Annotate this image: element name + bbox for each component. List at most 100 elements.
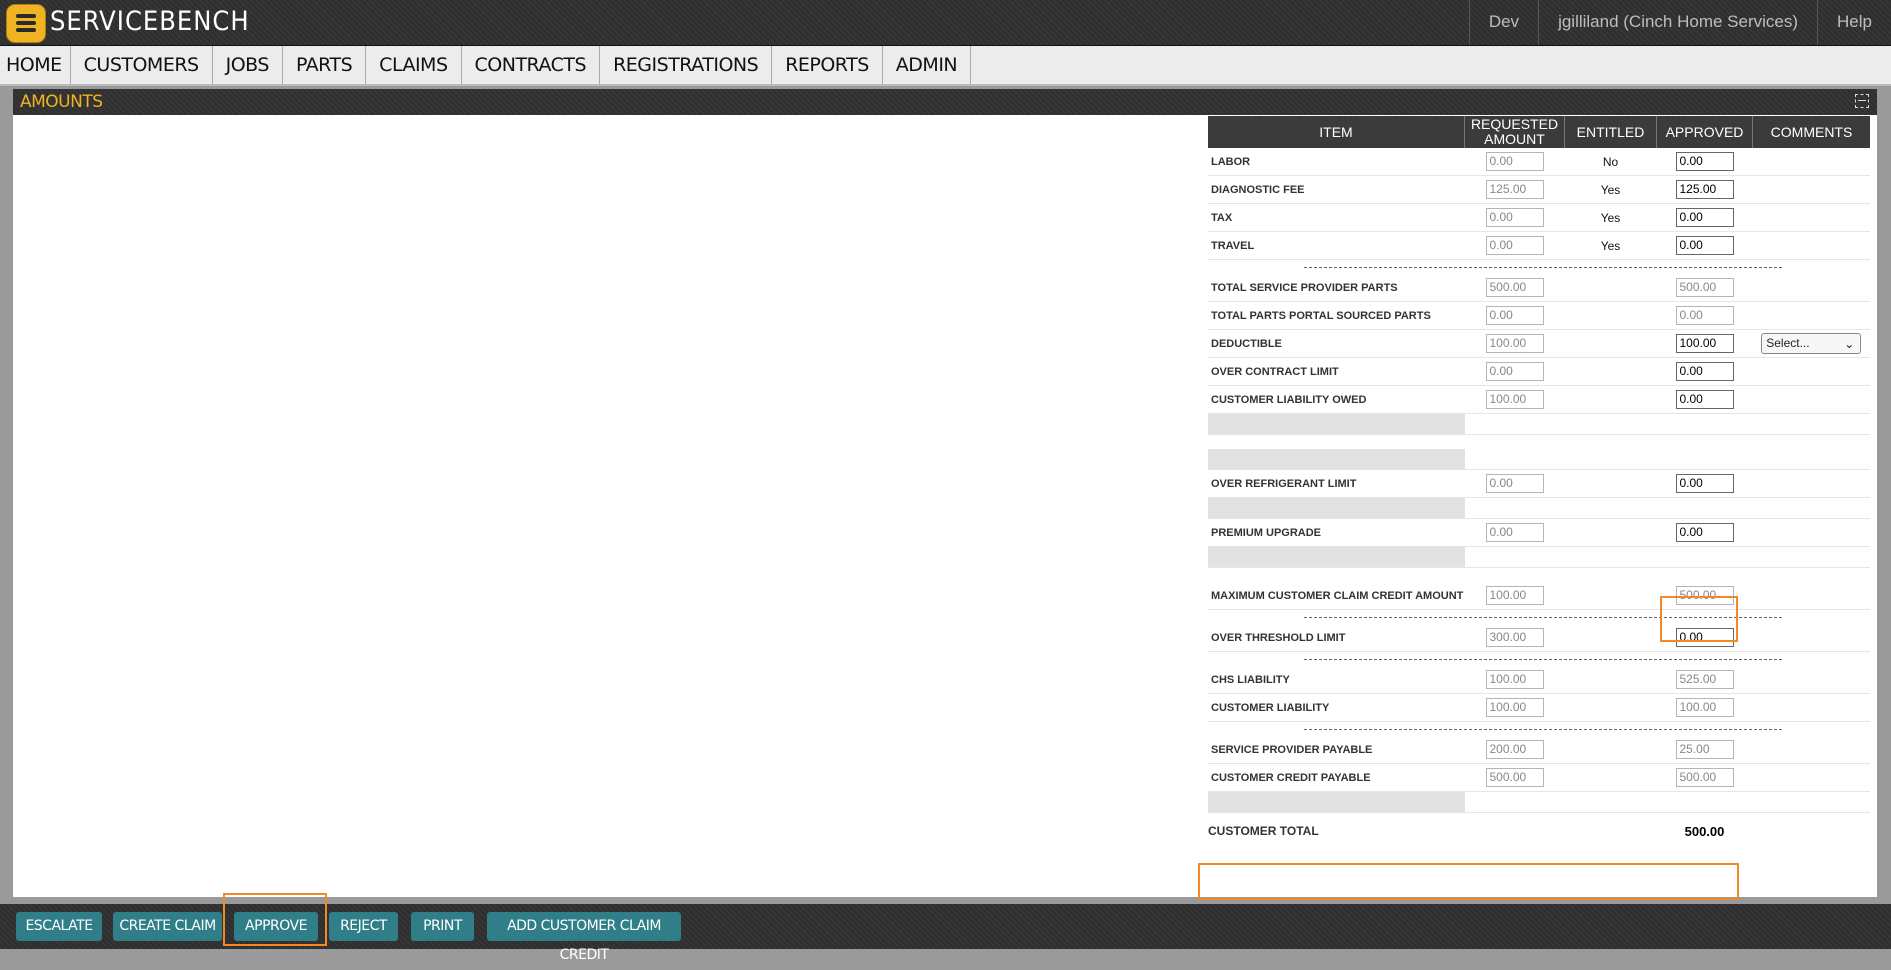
- approved-field: 100.00: [1675, 698, 1734, 717]
- blank-row: [1208, 413, 1870, 435]
- table-row: TAX 0.00 Yes 0.00: [1208, 203, 1870, 232]
- comments-select[interactable]: Select... ⌄: [1761, 333, 1862, 354]
- approved-input[interactable]: 0.00: [1675, 208, 1734, 227]
- table-row: TOTAL PARTS PORTAL SOURCED PARTS 0.00 0.…: [1208, 301, 1870, 330]
- servicebench-logo-icon[interactable]: [6, 4, 46, 43]
- approved-input[interactable]: 0.00: [1675, 523, 1734, 542]
- row-label: TOTAL SERVICE PROVIDER PARTS: [1208, 274, 1465, 302]
- approve-button[interactable]: APPROVE: [234, 912, 318, 941]
- chevron-down-icon: ⌄: [1844, 337, 1855, 351]
- panel-title: AMOUNTS: [20, 92, 103, 112]
- customer-total-label: CUSTOMER TOTAL: [1208, 824, 1319, 838]
- table-row: TOTAL SERVICE PROVIDER PARTS 500.00 500.…: [1208, 274, 1870, 302]
- row-label: TAX: [1208, 203, 1465, 232]
- blank-row: [1208, 791, 1870, 813]
- escalate-button[interactable]: ESCALATE: [16, 912, 102, 941]
- row-label: OVER THRESHOLD LIMIT: [1208, 624, 1465, 652]
- select-value: Select...: [1766, 336, 1810, 350]
- col-requested: REQUESTED AMOUNT: [1464, 116, 1565, 148]
- nav-jobs[interactable]: JOBS: [213, 46, 283, 84]
- col-entitled: ENTITLED: [1564, 116, 1657, 148]
- requested-field: 200.00: [1485, 740, 1544, 759]
- row-label: CUSTOMER LIABILITY: [1208, 693, 1465, 722]
- nav-claims[interactable]: CLAIMS: [366, 46, 462, 84]
- requested-field: 100.00: [1485, 334, 1544, 353]
- approved-input[interactable]: 0.00: [1675, 152, 1734, 171]
- approved-field: 500.00: [1675, 278, 1734, 297]
- nav-parts[interactable]: PARTS: [283, 46, 367, 84]
- table-row: OVER REFRIGERANT LIMIT 0.00 0.00: [1208, 469, 1870, 498]
- table-row: OVER THRESHOLD LIMIT 300.00 0.00: [1208, 624, 1870, 652]
- requested-field: 0.00: [1485, 152, 1544, 171]
- approved-input[interactable]: 125.00: [1675, 180, 1734, 199]
- requested-field: 500.00: [1485, 768, 1544, 787]
- entitled-value: No: [1564, 148, 1657, 176]
- approved-input[interactable]: 0.00: [1675, 362, 1734, 381]
- approved-field: 500.00: [1675, 768, 1734, 787]
- dashed-divider: [1304, 658, 1782, 660]
- blank-row: [1208, 546, 1870, 568]
- row-label: OVER CONTRACT LIMIT: [1208, 357, 1465, 386]
- env-link[interactable]: Dev: [1468, 0, 1538, 45]
- table-row: CUSTOMER CREDIT PAYABLE 500.00 500.00: [1208, 763, 1870, 792]
- approved-field: 500.00: [1675, 586, 1734, 605]
- col-approved: APPROVED: [1656, 116, 1753, 148]
- customer-total-value: 500.00: [1684, 823, 1725, 839]
- separator-row: [1208, 722, 1870, 737]
- dashed-divider: [1304, 616, 1782, 618]
- approved-input[interactable]: 0.00: [1675, 236, 1734, 255]
- entitled-value: Yes: [1564, 203, 1657, 232]
- col-comments: COMMENTS: [1752, 116, 1870, 148]
- add-customer-claim-credit-button[interactable]: ADD CUSTOMER CLAIM CREDIT: [487, 912, 681, 963]
- reject-button[interactable]: REJECT: [329, 912, 398, 941]
- requested-field: 100.00: [1485, 670, 1544, 689]
- requested-field: 0.00: [1485, 474, 1544, 493]
- help-link[interactable]: Help: [1817, 0, 1891, 45]
- entitled-value: Yes: [1564, 231, 1657, 260]
- approved-input[interactable]: 0.00: [1675, 474, 1734, 493]
- nav-admin[interactable]: ADMIN: [883, 46, 972, 84]
- collapse-icon[interactable]: [1855, 94, 1869, 108]
- amounts-table: ITEM REQUESTED AMOUNT ENTITLED APPROVED …: [1208, 116, 1870, 849]
- approved-input[interactable]: 0.00: [1675, 390, 1734, 409]
- row-label: SERVICE PROVIDER PAYABLE: [1208, 736, 1465, 764]
- table-header-row: ITEM REQUESTED AMOUNT ENTITLED APPROVED …: [1208, 116, 1870, 148]
- requested-field: 100.00: [1485, 390, 1544, 409]
- spacer-row: [1208, 435, 1870, 450]
- separator-row: [1208, 652, 1870, 667]
- row-label: DEDUCTIBLE: [1208, 329, 1465, 358]
- nav-registrations[interactable]: REGISTRATIONS: [600, 46, 773, 84]
- print-button[interactable]: PRINT: [411, 912, 474, 941]
- row-label: CHS LIABILITY: [1208, 666, 1465, 694]
- approved-input[interactable]: 0.00: [1675, 628, 1734, 647]
- row-label: MAXIMUM CUSTOMER CLAIM CREDIT AMOUNT: [1208, 582, 1465, 610]
- top-bar: SERVICEBENCH Dev jgilliland (Cinch Home …: [0, 0, 1891, 46]
- table-row: TRAVEL 0.00 Yes 0.00: [1208, 231, 1870, 260]
- table-row: CUSTOMER LIABILITY OWED 100.00 0.00: [1208, 385, 1870, 414]
- row-label: TOTAL PARTS PORTAL SOURCED PARTS: [1208, 301, 1465, 330]
- separator-row: [1208, 260, 1870, 275]
- customer-total-row: CUSTOMER TOTAL 500.00: [1208, 813, 1870, 850]
- create-claim-button[interactable]: CREATE CLAIM: [113, 912, 222, 941]
- approved-field: 25.00: [1675, 740, 1734, 759]
- panel-header: AMOUNTS: [13, 89, 1877, 115]
- requested-field: 0.00: [1485, 306, 1544, 325]
- app-logo-text[interactable]: SERVICEBENCH: [50, 6, 250, 37]
- requested-field: 100.00: [1485, 698, 1544, 717]
- nav-customers[interactable]: CUSTOMERS: [71, 46, 213, 84]
- row-label: TRAVEL: [1208, 231, 1465, 260]
- table-row: OVER CONTRACT LIMIT 0.00 0.00: [1208, 357, 1870, 386]
- approved-input[interactable]: 100.00: [1675, 334, 1734, 353]
- table-row: DEDUCTIBLE 100.00 100.00 Select... ⌄: [1208, 329, 1870, 358]
- requested-field: 0.00: [1485, 208, 1544, 227]
- requested-field: 0.00: [1485, 523, 1544, 542]
- user-menu[interactable]: jgilliland (Cinch Home Services): [1538, 0, 1817, 45]
- nav-reports[interactable]: REPORTS: [772, 46, 883, 84]
- requested-field: 125.00: [1485, 180, 1544, 199]
- approved-field: 525.00: [1675, 670, 1734, 689]
- requested-field: 500.00: [1485, 278, 1544, 297]
- nav-home[interactable]: HOME: [0, 46, 71, 84]
- blank-row: [1208, 449, 1870, 470]
- nav-contracts[interactable]: CONTRACTS: [462, 46, 601, 84]
- amounts-panel: AMOUNTS ITEM REQUESTED AMOUNT ENTITLED A…: [12, 88, 1878, 898]
